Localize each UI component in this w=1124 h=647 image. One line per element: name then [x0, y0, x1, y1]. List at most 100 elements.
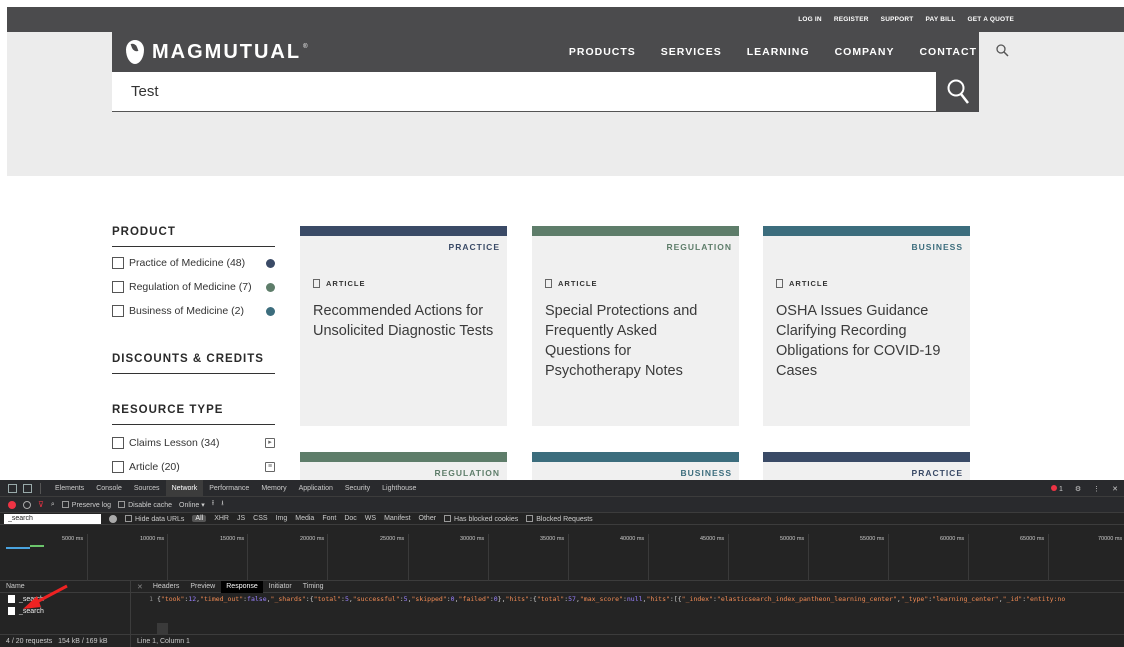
type-all[interactable]: All [192, 515, 207, 522]
article-card[interactable]: BUSINESS ARTICLE OSHA Issues Guidance Cl… [763, 226, 970, 426]
close-detail-icon[interactable]: ✕ [137, 583, 143, 591]
filter-business[interactable]: Business of Medicine (2) [112, 299, 275, 323]
checkbox[interactable] [112, 281, 124, 293]
preserve-log-checkbox[interactable]: Preserve log [61, 500, 111, 509]
type-ws[interactable]: WS [365, 515, 376, 522]
card-title[interactable]: Recommended Actions for Unsolicited Diag… [313, 301, 494, 341]
checkbox[interactable] [444, 514, 452, 522]
checkbox[interactable] [112, 305, 124, 317]
filter-practice[interactable]: Practice of Medicine (48) [112, 251, 275, 275]
settings-gear-icon[interactable]: ⚙ [1075, 485, 1081, 493]
filter-article[interactable]: Article (20) ≡ [112, 455, 275, 479]
clear-icon[interactable] [23, 500, 31, 509]
nav-company[interactable]: COMPANY [835, 46, 895, 58]
tab-console[interactable]: Console [90, 480, 128, 497]
nav-learning[interactable]: LEARNING [747, 46, 810, 58]
disable-cache-checkbox[interactable]: Disable cache [118, 500, 172, 509]
tab-memory[interactable]: Memory [255, 480, 292, 497]
article-card[interactable]: PRACTICE ARTICLE Recommended Actions for… [300, 226, 507, 426]
checkbox[interactable] [112, 461, 124, 473]
card-title[interactable]: OSHA Issues Guidance Clarifying Recordin… [776, 301, 957, 381]
throttle-select[interactable]: Online ▾ [179, 501, 205, 509]
tab-initiator[interactable]: Initiator [264, 581, 297, 593]
tab-security[interactable]: Security [339, 480, 376, 497]
filter-regulation[interactable]: Regulation of Medicine (7) [112, 275, 275, 299]
search-input[interactable] [112, 72, 934, 111]
tab-timing[interactable]: Timing [298, 581, 329, 593]
type-doc[interactable]: Doc [344, 515, 356, 522]
checkbox[interactable] [118, 500, 126, 508]
network-filter-input[interactable] [4, 513, 101, 524]
checkbox[interactable] [61, 500, 69, 508]
tab-performance[interactable]: Performance [203, 480, 255, 497]
article-card[interactable]: REGULATION ARTICLE Special Protections a… [532, 226, 739, 426]
play-icon: ▸ [265, 438, 275, 448]
type-font[interactable]: Font [322, 515, 336, 522]
filter-label: Practice of Medicine (48) [129, 257, 246, 269]
card-tag: PRACTICE [911, 468, 963, 478]
util-get-quote-link[interactable]: GET A QUOTE [968, 16, 1015, 23]
has-blocked-cookies-checkbox[interactable]: Has blocked cookies [444, 514, 518, 523]
tab-elements[interactable]: Elements [49, 480, 90, 497]
card-type: ARTICLE [558, 279, 598, 288]
tab-lighthouse[interactable]: Lighthouse [376, 480, 422, 497]
nav-contact[interactable]: CONTACT [919, 46, 977, 58]
error-counter[interactable]: 1 [1050, 484, 1063, 493]
response-body[interactable]: 1 {"took":12,"timed_out":false,"_shards":… [131, 595, 1065, 603]
inspect-icon[interactable] [8, 483, 17, 493]
grid-line [968, 534, 969, 581]
close-icon[interactable]: ✕ [1112, 485, 1118, 493]
scrollbar-thumb[interactable] [157, 623, 168, 634]
checkbox[interactable] [125, 514, 132, 522]
checkbox[interactable] [112, 257, 124, 269]
article-card[interactable]: PRACTICE [763, 452, 970, 480]
util-pay-bill-link[interactable]: PAY BILL [925, 16, 955, 23]
more-options-icon[interactable]: ⋮ [1093, 485, 1100, 493]
blocked-requests-checkbox[interactable]: Blocked Requests [526, 514, 593, 523]
card-title[interactable]: Special Protections and Frequently Asked… [545, 301, 726, 381]
type-css[interactable]: CSS [253, 515, 267, 522]
card-tag: REGULATION [434, 468, 500, 478]
timeline-request-bar [6, 547, 30, 549]
util-login-link[interactable]: LOG IN [798, 16, 822, 23]
tick-label: 20000 ms [300, 536, 325, 542]
type-js[interactable]: JS [237, 515, 245, 522]
search-submit-button[interactable] [936, 72, 979, 112]
tab-sources[interactable]: Sources [128, 480, 166, 497]
type-other[interactable]: Other [419, 515, 437, 522]
network-timeline[interactable]: 5000 ms 10000 ms 15000 ms 20000 ms 25000… [0, 534, 1124, 581]
tab-response[interactable]: Response [221, 580, 263, 593]
type-xhr[interactable]: XHR [214, 515, 229, 522]
clear-filter-icon[interactable] [109, 514, 117, 523]
search-icon[interactable] [995, 43, 1011, 59]
nav-products[interactable]: PRODUCTS [569, 46, 636, 58]
detail-tab-bar: ✕ Headers Preview Response Initiator Tim… [131, 580, 1124, 593]
util-support-link[interactable]: SUPPORT [881, 16, 914, 23]
record-icon[interactable] [8, 500, 16, 509]
main-navbar: MAGMUTUAL ® PRODUCTS SERVICES LEARNING C… [112, 32, 979, 72]
search-icon[interactable]: ⌕ [51, 501, 55, 509]
error-count: 1 [1058, 485, 1063, 493]
resource-type-heading: RESOURCE TYPE [112, 404, 275, 425]
tab-preview[interactable]: Preview [185, 581, 220, 593]
import-har-icon[interactable]: ⭱ [212, 499, 214, 510]
checkbox[interactable] [112, 437, 124, 449]
tab-network[interactable]: Network [165, 480, 204, 497]
tab-headers[interactable]: Headers [148, 581, 184, 593]
article-card[interactable]: REGULATION [300, 452, 507, 480]
checkbox[interactable] [526, 514, 534, 522]
article-card[interactable]: BUSINESS [532, 452, 739, 480]
tab-application[interactable]: Application [293, 480, 339, 497]
util-register-link[interactable]: REGISTER [834, 16, 869, 23]
device-toggle-icon[interactable] [23, 483, 32, 493]
nav-services[interactable]: SERVICES [661, 46, 722, 58]
filter-claims-lesson[interactable]: Claims Lesson (34) ▸ [112, 431, 275, 455]
brand-logo[interactable]: MAGMUTUAL ® [126, 40, 308, 64]
filter-icon[interactable]: ⊽ [38, 500, 44, 509]
export-har-icon[interactable]: ⭳ [221, 499, 223, 510]
hide-data-urls-checkbox[interactable]: Hide data URLs [125, 514, 184, 523]
type-manifest[interactable]: Manifest [384, 515, 410, 522]
type-img[interactable]: Img [276, 515, 288, 522]
type-media[interactable]: Media [295, 515, 314, 522]
discounts-heading[interactable]: DISCOUNTS & CREDITS [112, 353, 275, 374]
